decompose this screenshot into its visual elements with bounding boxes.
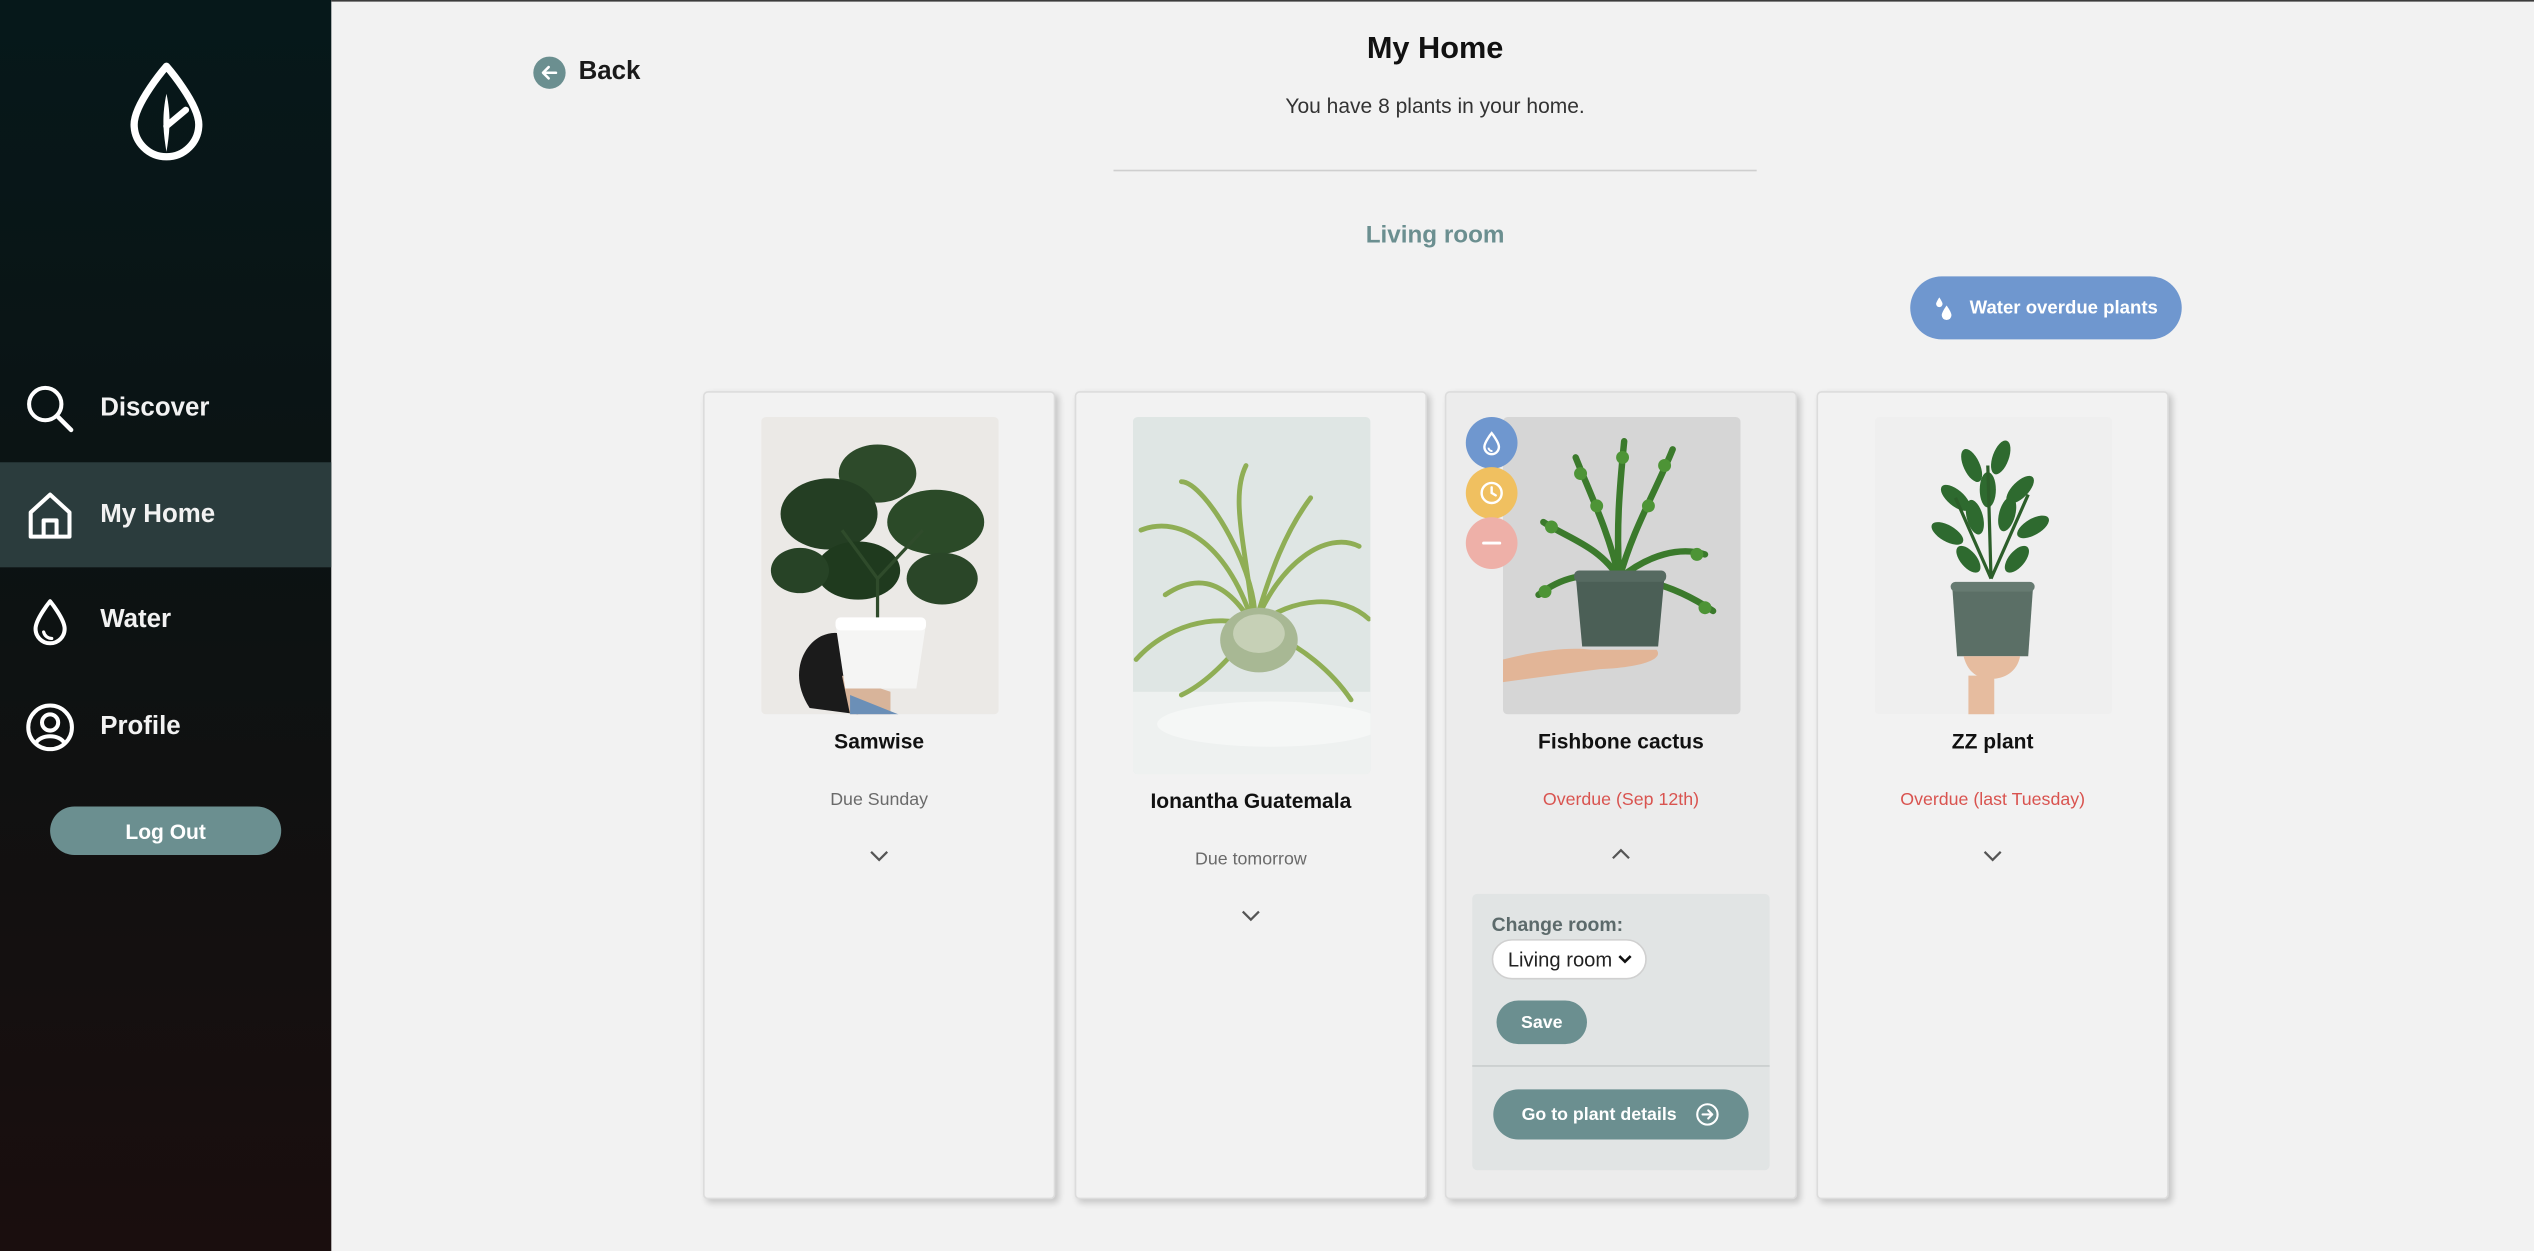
- plant-photo-air-plant: [1132, 417, 1371, 775]
- plant-name: Ionantha Guatemala: [1150, 788, 1352, 813]
- chevron-down-icon[interactable]: [868, 842, 891, 862]
- plant-card-samwise[interactable]: Samwise Due Sunday: [703, 391, 1056, 1200]
- remove-icon[interactable]: [1465, 517, 1518, 569]
- chevron-down-icon[interactable]: [1240, 902, 1263, 922]
- nav-label-water: Water: [100, 605, 172, 633]
- nav-item-discover[interactable]: Discover: [0, 356, 331, 461]
- chevron-up-icon[interactable]: [1610, 842, 1633, 860]
- plant-photo-monstera: [761, 417, 999, 715]
- user-icon: [24, 701, 76, 753]
- plant-due-status: Overdue (last Tuesday): [1900, 790, 2086, 810]
- logout-button[interactable]: Log Out: [50, 806, 282, 856]
- plant-due-status: Overdue (Sep 12th): [1542, 790, 1700, 810]
- plant-options-panel: Change room: Living room Save Go to plan…: [1472, 893, 1770, 1171]
- nav-item-water[interactable]: Water: [0, 567, 331, 672]
- home-icon: [24, 489, 76, 541]
- plant-due-status: Due tomorrow: [1195, 850, 1307, 870]
- back-button[interactable]: Back: [533, 56, 641, 89]
- plant-name: ZZ plant: [1951, 728, 2034, 754]
- plant-photo-zz-plant: [1874, 417, 2113, 715]
- change-room-label: Change room:: [1491, 913, 1624, 936]
- back-label: Back: [578, 58, 641, 86]
- room-select-value: Living room: [1507, 947, 1613, 971]
- water-drop-icon: [24, 594, 76, 646]
- room-select[interactable]: Living room: [1491, 939, 1647, 980]
- search-icon: [24, 382, 76, 434]
- chevron-down-icon[interactable]: [1981, 842, 2004, 862]
- plant-details-label: Go to plant details: [1521, 1104, 1677, 1125]
- plant-card-ionantha-guatemala[interactable]: Ionantha Guatemala Due tomorrow: [1074, 391, 1428, 1200]
- plant-name: Fishbone cactus: [1538, 728, 1704, 754]
- arrow-left-icon: [533, 56, 566, 89]
- nav-item-my-home[interactable]: My Home: [0, 462, 332, 568]
- nav-label-my-home: My Home: [100, 500, 216, 528]
- plant-details-button[interactable]: Go to plant details: [1493, 1089, 1749, 1140]
- nav-label-profile: Profile: [100, 711, 181, 740]
- page-subtitle: You have 8 plants in your home.: [1285, 93, 1585, 118]
- plant-photo-fishbone-cactus: [1502, 417, 1741, 715]
- nav-item-profile[interactable]: Profile: [0, 674, 331, 779]
- water-drops-icon: [1934, 295, 1953, 321]
- save-button[interactable]: Save: [1496, 1000, 1588, 1045]
- panel-divider: [1472, 1065, 1770, 1067]
- arrow-right-circle-icon: [1696, 1102, 1720, 1126]
- top-border: [331, 0, 2534, 2]
- plant-card-fishbone-cactus[interactable]: Fishbone cactus Overdue (Sep 12th) Chang…: [1444, 391, 1798, 1200]
- chevron-down-icon: [1617, 954, 1632, 965]
- leaf-drop-icon[interactable]: [126, 61, 207, 161]
- water-drop-icon[interactable]: [1465, 417, 1518, 469]
- divider: [1113, 169, 1757, 172]
- nav-label-discover: Discover: [100, 393, 210, 422]
- sidebar: Discover My Home Water Profile Log Out: [0, 0, 332, 1251]
- room-title: Living room: [1365, 221, 1505, 249]
- page-title: My Home: [1366, 32, 1504, 67]
- plant-name: Samwise: [834, 728, 925, 754]
- plant-card-zz-plant[interactable]: ZZ plant Overdue (last Tuesday): [1816, 391, 2169, 1200]
- clock-icon[interactable]: [1465, 467, 1518, 519]
- water-overdue-button[interactable]: Water overdue plants: [1910, 276, 2182, 340]
- water-overdue-label: Water overdue plants: [1969, 298, 2158, 318]
- plant-due-status: Due Sunday: [830, 790, 929, 810]
